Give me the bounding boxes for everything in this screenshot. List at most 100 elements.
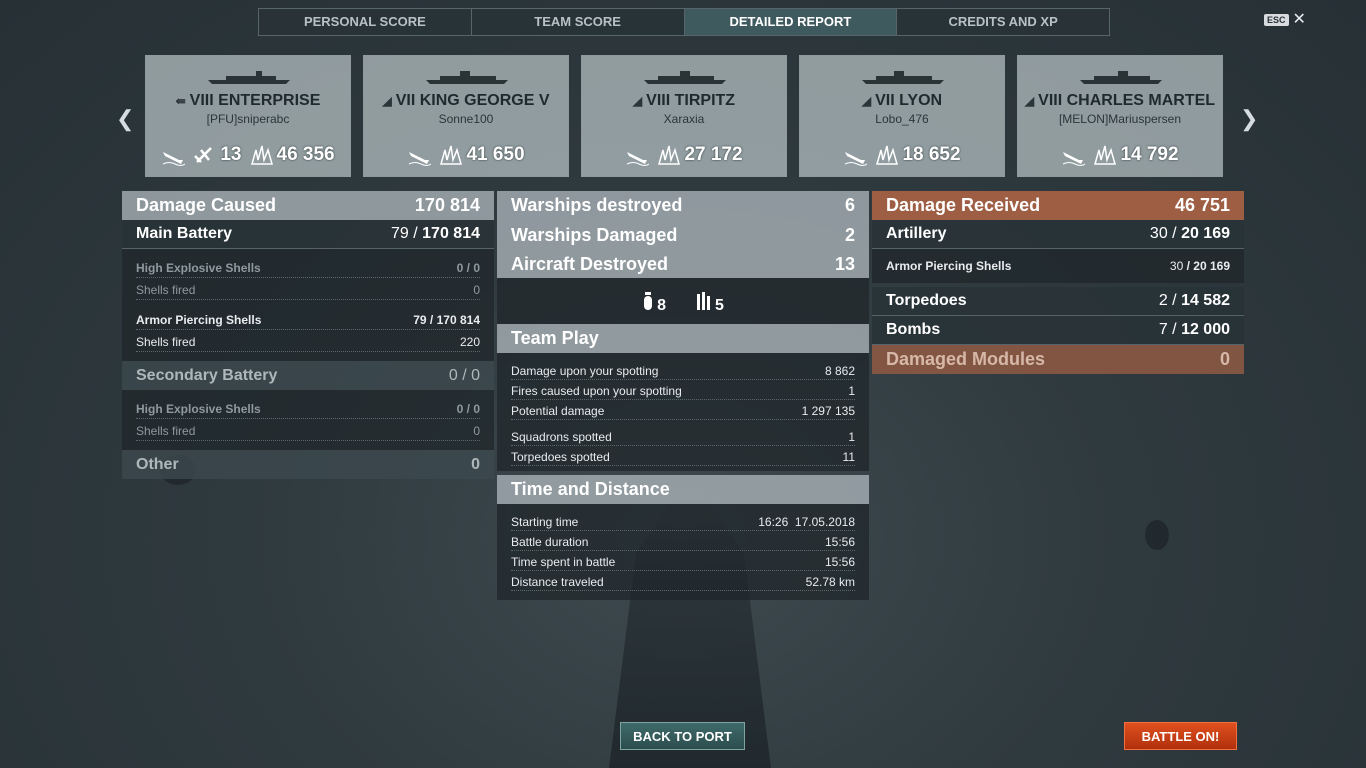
artillery-label: Artillery — [886, 225, 947, 242]
damage-caused-total: 170 814 — [414, 195, 480, 215]
torpedoes-label: Torpedoes — [886, 292, 967, 309]
team-play-value: 11 — [842, 450, 855, 464]
team-play-value: 1 297 135 — [801, 404, 855, 418]
aircraft-destroyed-row: Aircraft Destroyed 13 — [497, 249, 869, 278]
main-battery-row: Main Battery 79 / 170 814 — [122, 220, 494, 249]
main-battery-damage: 170 814 — [422, 225, 480, 242]
torpedo-bomber-count: 5 — [715, 297, 724, 314]
ship-name: ENTERPRISE — [218, 92, 321, 109]
time-distance-value: 15:56 — [824, 555, 855, 569]
damage-splash-icon — [250, 145, 273, 165]
ship-card[interactable]: ◢ VIII TIRPITZ Xaraxia 27 172 — [581, 55, 787, 177]
ap-shells-fired-row: Shells fired 220 — [122, 331, 494, 353]
time-distance-value: 52.78 km — [805, 575, 855, 589]
received-ap-shells-hits: 30 — [1169, 259, 1184, 273]
damage-caused-panel: Damage Caused 170 814 Main Battery 79 / … — [122, 191, 494, 479]
secondary-he-fired-value: 0 — [473, 424, 480, 438]
he-shells-damage: 0 — [473, 261, 480, 275]
artillery-hits: 30 — [1149, 225, 1168, 242]
ship-card[interactable]: ◢ VII LYON Lobo_476 18 652 — [799, 55, 1005, 177]
tab-credits-and-xp[interactable]: CREDITS AND XP — [897, 9, 1109, 35]
damage-value: 18 652 — [902, 144, 961, 165]
time-distance-row: Battle duration 15:56 — [497, 532, 869, 552]
other-value: 0 — [471, 455, 480, 473]
ap-shells-row: Armor Piercing Shells 79 / 170 814 — [122, 309, 494, 331]
secondary-battery-hits: 0 — [448, 366, 458, 384]
received-ap-shells-label: Armor Piercing Shells — [886, 259, 1012, 273]
team-play-row: Torpedoes spotted 11 — [497, 447, 869, 467]
received-ap-shells-row: Armor Piercing Shells 30 / 20 169 — [872, 249, 1244, 283]
team-play-value: 1 — [848, 384, 855, 398]
time-distance-value: 16:26 17.05.2018 — [758, 515, 855, 529]
chevron-left-icon[interactable]: ❮ — [116, 106, 134, 132]
chevron-right-icon[interactable]: ❯ — [1240, 106, 1258, 132]
tab-team-score[interactable]: TEAM SCORE — [472, 9, 685, 35]
secondary-he-fired-row: Shells fired 0 — [122, 420, 494, 442]
he-shells-label: High Explosive Shells — [136, 261, 261, 275]
warships-destroyed-row: Warships destroyed 6 — [497, 191, 869, 220]
bomb-icon — [644, 292, 653, 310]
team-play-label: Torpedoes spotted — [511, 450, 610, 464]
battle-on-button[interactable]: BATTLE ON! — [1124, 722, 1237, 750]
team-play-row: Squadrons spotted 1 — [497, 427, 869, 447]
sunk-ship-icon — [163, 152, 186, 166]
player-name: [MELON]Mariuspersen — [1058, 112, 1182, 126]
carrier-silhouette-icon — [208, 71, 290, 84]
ap-shells-hits: 79 — [413, 313, 427, 327]
player-name: [PFU]sniperabc — [206, 112, 290, 126]
team-play-title: Team Play — [497, 324, 869, 353]
he-shells-fired-label: Shells fired — [136, 283, 196, 297]
back-to-port-button[interactable]: BACK TO PORT — [620, 722, 745, 750]
esc-key-label: ESC — [1264, 14, 1289, 26]
warships-destroyed-label: Warships destroyed — [511, 195, 683, 215]
ship-name: TIRPITZ — [674, 92, 736, 109]
battleship-class-icon: ◢ — [861, 94, 872, 108]
ship-name: KING GEORGE V — [419, 92, 550, 109]
ship-tier: VIII — [646, 92, 671, 109]
player-name: Lobo_476 — [875, 112, 929, 126]
time-distance-label: Distance traveled — [511, 575, 604, 589]
torpedo-icon — [697, 292, 710, 310]
aircraft-breakdown: 8 5 — [497, 278, 869, 324]
ship-tier: VII — [395, 92, 416, 109]
artillery-damage: 20 169 — [1181, 225, 1230, 242]
battleship-silhouette-icon — [644, 71, 726, 84]
battleship-class-icon: ◢ — [382, 94, 392, 108]
ship-card[interactable]: ◢ VII KING GEORGE V Sonne100 41 650 — [363, 55, 569, 177]
received-ap-shells-damage: 20 169 — [1193, 259, 1230, 273]
sunk-ship-icon — [627, 152, 650, 166]
other-row: Other 0 — [122, 450, 494, 479]
tab-personal-score[interactable]: PERSONAL SCORE — [259, 9, 472, 35]
report-tabs: PERSONAL SCORE TEAM SCORE DETAILED REPOR… — [258, 8, 1110, 36]
team-play-row: Potential damage 1 297 135 — [497, 401, 869, 421]
damaged-modules-label: Damaged Modules — [886, 349, 1046, 369]
time-distance-title: Time and Distance — [497, 475, 869, 504]
torpedoes-hits: 2 — [1158, 292, 1168, 309]
ship-name: CHARLES MARTEL — [1066, 92, 1216, 109]
bombs-hits: 7 — [1158, 321, 1168, 338]
secondary-he-label: High Explosive Shells — [136, 402, 261, 416]
ship-card[interactable]: ◢ VIII CHARLES MARTEL [MELON]Mariuspersen… — [1017, 55, 1223, 177]
ship-tier: VIII — [189, 92, 214, 109]
ship-card[interactable]: ⇚ VIII ENTERPRISE [PFU]sniperabc 13 46 35… — [145, 55, 351, 177]
damage-value: 46 356 — [276, 144, 335, 165]
sunk-ship-icon — [409, 152, 432, 166]
damage-value: 41 650 — [466, 144, 525, 165]
planes-destroyed-value: 13 — [220, 144, 242, 165]
torpedoes-row: Torpedoes 2 / 14 582 — [872, 287, 1244, 316]
team-play-value: 1 — [848, 430, 855, 444]
team-play-row: Damage upon your spotting 8 862 — [497, 361, 869, 381]
battleship-silhouette-icon — [1080, 71, 1162, 84]
secondary-he-row: High Explosive Shells 0 / 0 — [122, 398, 494, 420]
he-shells-hits: 0 — [456, 261, 464, 275]
other-label: Other — [136, 455, 179, 473]
damage-received-header: Damage Received 46 751 — [872, 191, 1244, 220]
close-button[interactable]: ESC ✕ — [1264, 12, 1306, 28]
damaged-modules-value: 0 — [1219, 349, 1230, 369]
torpedoes-damage: 14 582 — [1181, 292, 1230, 309]
time-distance-label: Battle duration — [511, 535, 589, 549]
tab-detailed-report[interactable]: DETAILED REPORT — [684, 9, 898, 35]
team-play-value: 8 862 — [824, 364, 855, 378]
aircraft-destroyed-label: Aircraft Destroyed — [511, 253, 669, 274]
damaged-modules-row: Damaged Modules 0 — [872, 345, 1244, 374]
